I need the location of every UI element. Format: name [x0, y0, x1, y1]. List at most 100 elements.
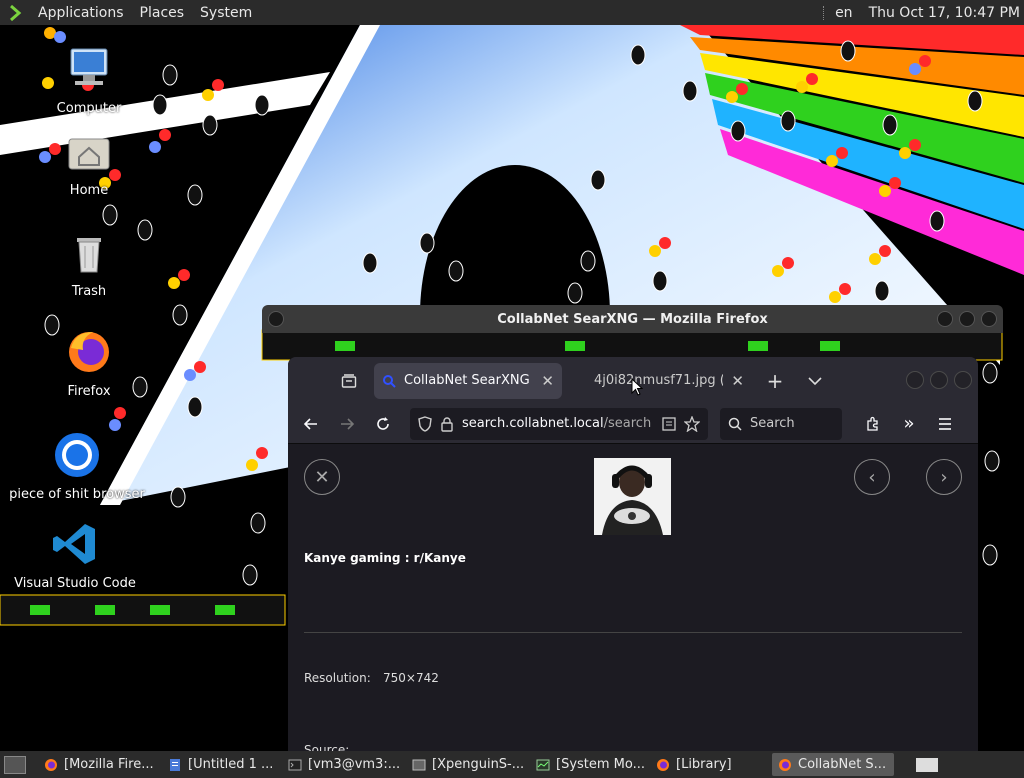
panel-separator: [823, 5, 825, 20]
desktop-icon-label: Firefox: [67, 384, 111, 399]
taskbar-item-collabnet[interactable]: CollabNet S...: [772, 753, 894, 776]
desktop-icon-vscode[interactable]: Visual Studio Code: [0, 520, 150, 591]
desktop-icon-label: piece of shit browser: [9, 487, 145, 502]
tab-collabnet-searxng[interactable]: CollabNet SearXNG ✕: [374, 362, 562, 399]
taskbar-item-label: [Untitled 1 ...: [188, 757, 274, 772]
taskbar-item-label: [Mozilla Fire...: [64, 757, 154, 772]
minimize-button[interactable]: [937, 311, 953, 327]
resolution-label: Resolution:: [304, 671, 371, 685]
resolution-value: 750×742: [383, 671, 439, 685]
forward-arrow-icon: [341, 417, 355, 430]
reader-view-icon[interactable]: [662, 416, 676, 431]
keyboard-layout-indicator[interactable]: en: [835, 5, 853, 21]
panel-clock[interactable]: Thu Oct 17, 10:47 PM: [869, 5, 1020, 21]
search-icon: [728, 417, 742, 431]
computer-icon: [70, 48, 108, 85]
desktop-icon-label: Computer: [56, 101, 122, 116]
close-button[interactable]: [981, 311, 997, 327]
taskbar-item-label: [vm3@vm3:...: [308, 757, 401, 772]
window-menu-button[interactable]: [268, 311, 284, 327]
window-icon: [412, 759, 426, 770]
tab-close-icon[interactable]: ✕: [731, 372, 744, 390]
extensions-button[interactable]: [856, 408, 890, 440]
close-detail-button[interactable]: ✕: [304, 459, 340, 495]
divider: [304, 632, 962, 633]
distro-logo-icon[interactable]: [8, 4, 28, 22]
result-image-thumbnail[interactable]: [594, 458, 671, 535]
reload-button[interactable]: [366, 408, 400, 440]
overflow-menu-button[interactable]: »: [892, 408, 926, 440]
outer-window-titlebar[interactable]: CollabNet SearXNG — Mozilla Firefox: [262, 305, 1003, 333]
double-chevron-icon: »: [903, 413, 915, 434]
desktop-icon-label: Visual Studio Code: [14, 576, 136, 591]
firefox-view-button[interactable]: [334, 366, 364, 396]
maximize-button[interactable]: [959, 311, 975, 327]
tab-close-icon[interactable]: ✕: [541, 372, 554, 390]
workspace-switcher[interactable]: [916, 757, 938, 772]
lock-icon[interactable]: [440, 416, 454, 432]
taskbar-item-system-monitor[interactable]: [System Mo...: [530, 753, 648, 776]
tab-image-jpeg[interactable]: 4j0i82nmusf71.jpg (JPEG ✕: [566, 363, 752, 399]
searxng-icon: [383, 374, 396, 388]
taskbar-item-label: [XpenguinS-...: [432, 757, 525, 772]
url-bar[interactable]: search.collabnet.local/search: [410, 407, 708, 440]
desktop-screen: Applications Places System en Thu Oct 17…: [0, 0, 1024, 778]
taskbar-item-untitled[interactable]: [Untitled 1 ...: [162, 753, 280, 776]
show-desktop-button[interactable]: [4, 755, 26, 774]
taskbar-item-library[interactable]: [Library]: [650, 753, 770, 776]
bookmark-star-icon[interactable]: [684, 415, 700, 432]
puzzle-icon: [867, 416, 878, 431]
trash-icon: [77, 238, 101, 273]
desktop-icon-chrome[interactable]: piece of shit browser: [2, 431, 152, 502]
url-text: search.collabnet.local/search: [462, 416, 654, 431]
tab-title: CollabNet SearXNG: [404, 373, 530, 388]
monitor-icon: [536, 759, 550, 770]
chevron-left-icon: ‹: [868, 466, 876, 488]
list-all-tabs-button[interactable]: [800, 366, 830, 396]
desktop-icon-home[interactable]: Home: [14, 127, 164, 198]
minimize-button[interactable]: [906, 371, 924, 389]
shield-icon[interactable]: [418, 415, 432, 432]
reload-icon: [377, 416, 389, 430]
maximize-button[interactable]: [930, 371, 948, 389]
outer-window-title: CollabNet SearXNG — Mozilla Firefox: [497, 311, 768, 327]
taskbar-item-terminal[interactable]: [vm3@vm3:...: [282, 753, 404, 776]
person-photo-icon: [594, 458, 671, 535]
image-title[interactable]: Kanye gaming : r/Kanye: [304, 551, 466, 565]
back-arrow-icon: [303, 417, 317, 430]
page-content: ✕ ‹ › Kanye gaming : r/Kanye Resolution:…: [288, 445, 978, 752]
firefox-view-icon: [341, 373, 357, 388]
firefox-icon: [779, 758, 791, 771]
search-placeholder: Search: [750, 416, 795, 431]
app-menu-button[interactable]: [928, 408, 962, 440]
url-host: search.collabnet.local: [462, 416, 604, 431]
forward-button[interactable]: [330, 408, 364, 440]
menu-applications[interactable]: Applications: [30, 5, 132, 21]
menu-places[interactable]: Places: [132, 5, 193, 21]
home-folder-icon: [68, 138, 110, 170]
url-path: /search: [603, 416, 652, 431]
next-image-button[interactable]: ›: [926, 459, 962, 495]
desktop-icon-trash[interactable]: Trash: [14, 228, 164, 299]
taskbar-item-firefox[interactable]: [Mozilla Fire...: [38, 753, 160, 776]
firefox-icon: [657, 758, 669, 771]
close-button[interactable]: [954, 371, 972, 389]
desktop-icon-firefox[interactable]: Firefox: [14, 328, 164, 399]
plus-icon: +: [766, 368, 784, 393]
back-button[interactable]: [294, 408, 328, 440]
taskbar-item-xpenguins[interactable]: [XpenguinS-...: [406, 753, 528, 776]
firefox-icon: [45, 758, 57, 771]
previous-image-button[interactable]: ‹: [854, 459, 890, 495]
navigation-toolbar: search.collabnet.local/search Search »: [288, 404, 978, 444]
new-tab-button[interactable]: +: [760, 366, 790, 396]
chevron-down-icon: [808, 376, 822, 385]
terminal-icon: [288, 759, 302, 770]
hamburger-menu-icon: [939, 417, 951, 430]
tab-title: 4j0i82nmusf71.jpg (JPEG: [594, 373, 723, 388]
taskbar: [Mozilla Fire... [Untitled 1 ... [vm3@vm…: [0, 751, 1024, 778]
desktop-icon-label: Trash: [71, 284, 107, 299]
desktop-icon-computer[interactable]: Computer: [14, 45, 164, 116]
search-bar[interactable]: Search: [720, 407, 842, 440]
menu-system[interactable]: System: [192, 5, 260, 21]
taskbar-item-label: [System Mo...: [556, 757, 646, 772]
